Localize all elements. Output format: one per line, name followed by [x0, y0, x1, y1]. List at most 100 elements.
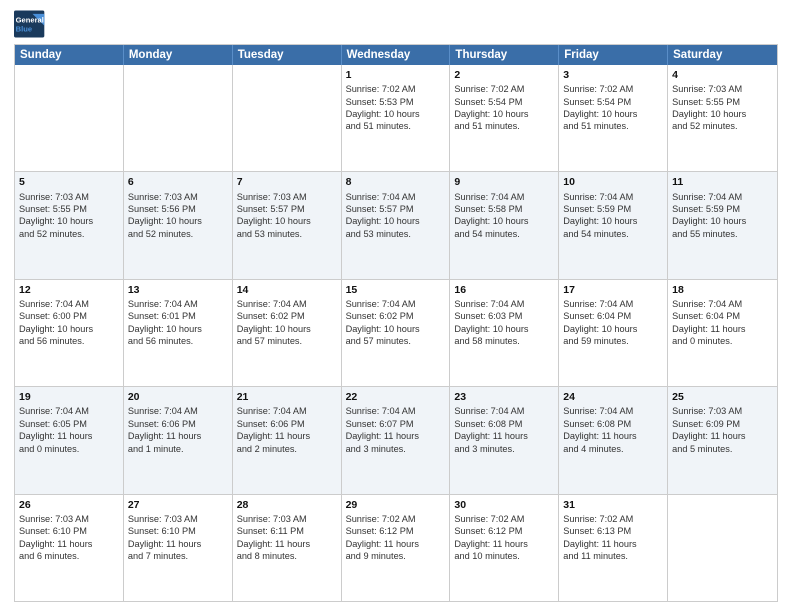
sunset-text: Sunset: 6:06 PM — [237, 418, 337, 430]
sunset-text: Sunset: 6:01 PM — [128, 310, 228, 322]
day-cell-10: 10Sunrise: 7:04 AMSunset: 5:59 PMDayligh… — [559, 172, 668, 278]
day-number: 8 — [346, 175, 446, 189]
day-header-wednesday: Wednesday — [342, 45, 451, 65]
daylight-text: Daylight: 10 hours — [128, 323, 228, 335]
sunrise-text: Sunrise: 7:04 AM — [454, 191, 554, 203]
day-cell-9: 9Sunrise: 7:04 AMSunset: 5:58 PMDaylight… — [450, 172, 559, 278]
daylight-text: and 8 minutes. — [237, 550, 337, 562]
sunset-text: Sunset: 6:07 PM — [346, 418, 446, 430]
daylight-text: and 6 minutes. — [19, 550, 119, 562]
sunset-text: Sunset: 6:13 PM — [563, 525, 663, 537]
day-number: 15 — [346, 283, 446, 297]
day-cell-14: 14Sunrise: 7:04 AMSunset: 6:02 PMDayligh… — [233, 280, 342, 386]
calendar-row-5: 26Sunrise: 7:03 AMSunset: 6:10 PMDayligh… — [15, 495, 777, 601]
day-header-tuesday: Tuesday — [233, 45, 342, 65]
daylight-text: and 0 minutes. — [672, 335, 773, 347]
day-cell-5: 5Sunrise: 7:03 AMSunset: 5:55 PMDaylight… — [15, 172, 124, 278]
day-cell-6: 6Sunrise: 7:03 AMSunset: 5:56 PMDaylight… — [124, 172, 233, 278]
sunset-text: Sunset: 5:59 PM — [672, 203, 773, 215]
daylight-text: and 54 minutes. — [454, 228, 554, 240]
daylight-text: Daylight: 11 hours — [346, 430, 446, 442]
header: General Blue — [14, 10, 778, 38]
daylight-text: and 3 minutes. — [454, 443, 554, 455]
sunset-text: Sunset: 5:54 PM — [454, 96, 554, 108]
day-number: 10 — [563, 175, 663, 189]
day-cell-18: 18Sunrise: 7:04 AMSunset: 6:04 PMDayligh… — [668, 280, 777, 386]
sunset-text: Sunset: 5:55 PM — [672, 96, 773, 108]
daylight-text: and 56 minutes. — [19, 335, 119, 347]
logo-icon: General Blue — [14, 10, 46, 38]
empty-cell — [15, 65, 124, 171]
day-cell-8: 8Sunrise: 7:04 AMSunset: 5:57 PMDaylight… — [342, 172, 451, 278]
sunrise-text: Sunrise: 7:02 AM — [454, 513, 554, 525]
day-number: 1 — [346, 68, 446, 82]
daylight-text: and 51 minutes. — [346, 120, 446, 132]
sunset-text: Sunset: 6:11 PM — [237, 525, 337, 537]
calendar-header: SundayMondayTuesdayWednesdayThursdayFrid… — [15, 45, 777, 65]
sunrise-text: Sunrise: 7:04 AM — [19, 405, 119, 417]
day-cell-1: 1Sunrise: 7:02 AMSunset: 5:53 PMDaylight… — [342, 65, 451, 171]
daylight-text: Daylight: 10 hours — [19, 215, 119, 227]
sunset-text: Sunset: 5:54 PM — [563, 96, 663, 108]
daylight-text: Daylight: 11 hours — [672, 430, 773, 442]
daylight-text: Daylight: 10 hours — [19, 323, 119, 335]
sunset-text: Sunset: 6:02 PM — [237, 310, 337, 322]
daylight-text: and 51 minutes. — [563, 120, 663, 132]
sunset-text: Sunset: 6:00 PM — [19, 310, 119, 322]
sunset-text: Sunset: 5:58 PM — [454, 203, 554, 215]
empty-cell — [233, 65, 342, 171]
sunset-text: Sunset: 6:12 PM — [346, 525, 446, 537]
day-number: 31 — [563, 498, 663, 512]
sunrise-text: Sunrise: 7:03 AM — [19, 191, 119, 203]
daylight-text: Daylight: 11 hours — [563, 538, 663, 550]
day-number: 21 — [237, 390, 337, 404]
daylight-text: Daylight: 10 hours — [237, 215, 337, 227]
daylight-text: Daylight: 10 hours — [454, 215, 554, 227]
calendar: SundayMondayTuesdayWednesdayThursdayFrid… — [14, 44, 778, 602]
day-cell-26: 26Sunrise: 7:03 AMSunset: 6:10 PMDayligh… — [15, 495, 124, 601]
day-cell-16: 16Sunrise: 7:04 AMSunset: 6:03 PMDayligh… — [450, 280, 559, 386]
day-number: 17 — [563, 283, 663, 297]
day-cell-19: 19Sunrise: 7:04 AMSunset: 6:05 PMDayligh… — [15, 387, 124, 493]
day-cell-21: 21Sunrise: 7:04 AMSunset: 6:06 PMDayligh… — [233, 387, 342, 493]
sunrise-text: Sunrise: 7:03 AM — [672, 405, 773, 417]
day-header-sunday: Sunday — [15, 45, 124, 65]
day-number: 2 — [454, 68, 554, 82]
day-number: 24 — [563, 390, 663, 404]
sunrise-text: Sunrise: 7:03 AM — [237, 513, 337, 525]
sunrise-text: Sunrise: 7:03 AM — [237, 191, 337, 203]
daylight-text: Daylight: 11 hours — [128, 538, 228, 550]
sunrise-text: Sunrise: 7:04 AM — [672, 298, 773, 310]
daylight-text: Daylight: 11 hours — [672, 323, 773, 335]
daylight-text: and 59 minutes. — [563, 335, 663, 347]
daylight-text: and 55 minutes. — [672, 228, 773, 240]
day-number: 23 — [454, 390, 554, 404]
daylight-text: Daylight: 10 hours — [563, 108, 663, 120]
day-cell-24: 24Sunrise: 7:04 AMSunset: 6:08 PMDayligh… — [559, 387, 668, 493]
daylight-text: Daylight: 11 hours — [454, 538, 554, 550]
day-cell-7: 7Sunrise: 7:03 AMSunset: 5:57 PMDaylight… — [233, 172, 342, 278]
day-cell-30: 30Sunrise: 7:02 AMSunset: 6:12 PMDayligh… — [450, 495, 559, 601]
day-number: 7 — [237, 175, 337, 189]
svg-text:General: General — [16, 15, 44, 24]
day-cell-12: 12Sunrise: 7:04 AMSunset: 6:00 PMDayligh… — [15, 280, 124, 386]
daylight-text: and 51 minutes. — [454, 120, 554, 132]
sunrise-text: Sunrise: 7:02 AM — [346, 513, 446, 525]
day-number: 16 — [454, 283, 554, 297]
sunset-text: Sunset: 6:08 PM — [563, 418, 663, 430]
daylight-text: Daylight: 10 hours — [454, 108, 554, 120]
day-cell-22: 22Sunrise: 7:04 AMSunset: 6:07 PMDayligh… — [342, 387, 451, 493]
empty-cell — [668, 495, 777, 601]
sunrise-text: Sunrise: 7:04 AM — [346, 298, 446, 310]
sunrise-text: Sunrise: 7:03 AM — [672, 83, 773, 95]
day-number: 30 — [454, 498, 554, 512]
daylight-text: Daylight: 11 hours — [237, 430, 337, 442]
day-header-saturday: Saturday — [668, 45, 777, 65]
sunrise-text: Sunrise: 7:04 AM — [237, 298, 337, 310]
sunset-text: Sunset: 6:10 PM — [128, 525, 228, 537]
sunrise-text: Sunrise: 7:04 AM — [563, 191, 663, 203]
sunset-text: Sunset: 5:59 PM — [563, 203, 663, 215]
daylight-text: and 52 minutes. — [672, 120, 773, 132]
daylight-text: and 2 minutes. — [237, 443, 337, 455]
sunset-text: Sunset: 5:56 PM — [128, 203, 228, 215]
